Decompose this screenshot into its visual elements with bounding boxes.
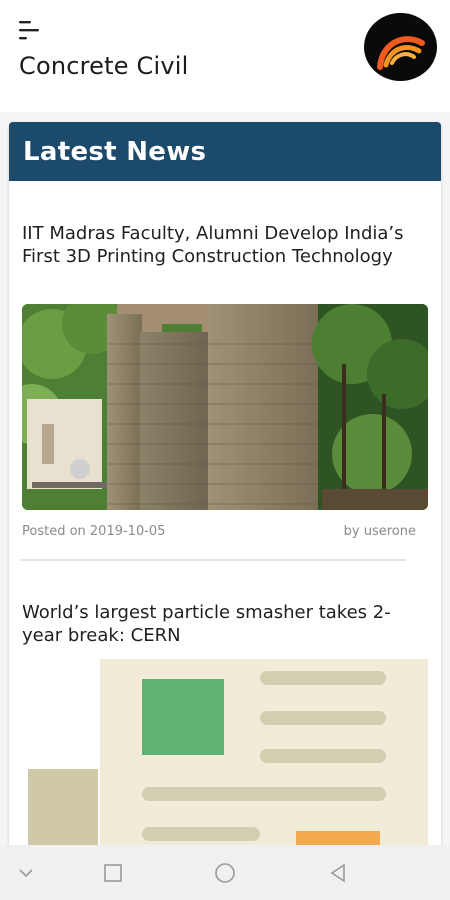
news-card: Latest News IIT Madras Faculty, Alumni D…: [9, 122, 441, 862]
news-placeholder-illustration: [22, 659, 428, 862]
app-title: Concrete Civil: [19, 52, 189, 80]
construction-photo: [22, 304, 428, 510]
circle-icon[interactable]: [213, 861, 237, 885]
menu-icon[interactable]: [19, 20, 43, 42]
article-title[interactable]: IIT Madras Faculty, Alumni Develop India…: [22, 222, 428, 268]
article-image[interactable]: [22, 304, 428, 510]
article-title[interactable]: World’s largest particle smasher takes 2…: [22, 601, 428, 647]
post-author: by userone: [343, 524, 416, 539]
article-meta: Posted on 2019-10-05 by userone: [22, 524, 428, 539]
divider: [21, 559, 406, 561]
post-date: Posted on 2019-10-05: [22, 524, 166, 539]
square-icon[interactable]: [101, 861, 125, 885]
section-title: Latest News: [23, 136, 207, 167]
article-item[interactable]: IIT Madras Faculty, Alumni Develop India…: [22, 222, 428, 539]
app-header: Concrete Civil: [0, 0, 450, 112]
logo-icon: [364, 13, 437, 81]
system-nav-bar: [0, 845, 450, 900]
article-image[interactable]: [22, 659, 428, 862]
back-triangle-icon[interactable]: [326, 861, 350, 885]
section-header: Latest News: [9, 122, 441, 181]
chevron-down-icon[interactable]: [14, 861, 38, 885]
article-item[interactable]: World’s largest particle smasher takes 2…: [22, 601, 428, 862]
